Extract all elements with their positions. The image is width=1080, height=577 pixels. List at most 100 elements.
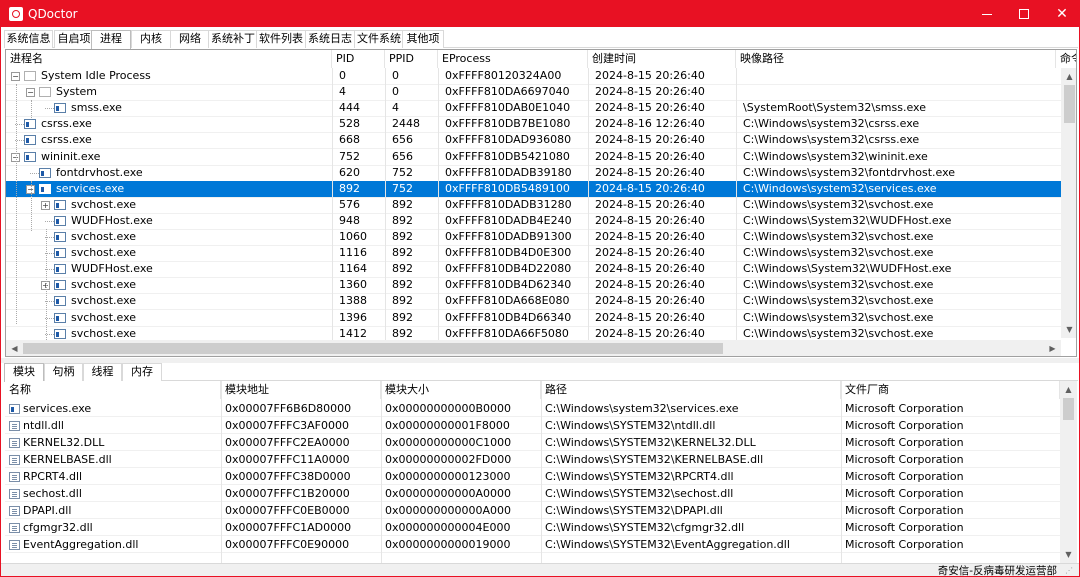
minimize-icon [982,14,992,15]
module-path: C:\Windows\SYSTEM32\RPCRT4.dll [545,470,734,483]
process-row[interactable]: WUDFHost.exe 1164 892 0xFFFF810DB4D22080 202… [6,261,1061,277]
module-row[interactable]: cfgmgr32.dll 0x00007FFFC1AD0000 0x00000000… [5,519,1060,536]
process-column-header-4[interactable]: 创建时间 [588,50,736,68]
process-created-time: 2024-8-15 20:26:40 [595,262,705,276]
tab-6[interactable]: 软件列表 [256,30,306,48]
process-image-path [743,68,1056,84]
process-row[interactable]: − System 4 0 0xFFFF810DA6697040 2024-8-15 20:… [6,84,1061,100]
process-column-header-1[interactable]: PID [332,50,385,68]
process-tree-panel: 进程名PIDPPIDEProcess创建时间映像路径命令 −System Idl… [5,49,1077,357]
module-scroll-down-arrow-icon[interactable]: ▼ [1060,546,1077,563]
module-column-header-0[interactable]: 名称 [5,381,221,399]
process-row[interactable]: svchost.exe 1116 892 0xFFFF810DB4D0E300 2024… [6,245,1061,261]
module-vertical-scrollbar[interactable]: ▲ ▼ [1060,381,1077,563]
column-gridline [332,68,333,340]
collapse-icon[interactable]: − [11,72,20,81]
process-image-path: \SystemRoot\System32\smss.exe [743,101,926,115]
process-row[interactable]: csrss.exe 528 2448 0xFFFF810DB7BE1080 2024-8… [6,116,1061,132]
close-button[interactable]: ✕ [1039,1,1079,27]
detail-tab-1[interactable]: 句柄 [44,363,83,381]
detail-tab-0[interactable]: 模块 [4,363,44,382]
module-row[interactable]: ntdll.dll 0x00007FFFC3AF0000 0x00000000001… [5,417,1060,434]
module-row[interactable]: KERNEL32.DLL 0x00007FFFC2EA0000 0x00000000… [5,434,1060,451]
module-row[interactable]: EventAggregation.dll 0x00007FFFC0E90000 0x… [5,536,1060,553]
process-column-header-0[interactable]: 进程名 [6,50,332,68]
module-row[interactable]: DPAPI.dll 0x00007FFFC0EB0000 0x00000000000… [5,502,1060,519]
module-scroll-thumb[interactable] [1063,398,1074,420]
process-created-time: 2024-8-15 20:26:40 [595,69,705,82]
process-row[interactable]: + svchost.exe 1360 892 0xFFFF810DB4D62340 202… [6,277,1061,293]
process-ppid: 892 [392,278,413,292]
tab-1[interactable]: 自启项 [54,30,94,48]
module-path: C:\Windows\SYSTEM32\EventAggregation.dll [545,538,790,551]
process-pid: 528 [339,117,360,131]
process-row[interactable]: − System Idle Process 0 0 0xFFFF80120324A00 2… [6,68,1061,84]
dll-file-icon [9,438,20,448]
module-name: ntdll.dll [23,419,64,432]
module-row[interactable]: KERNELBASE.dll 0x00007FFFC11A0000 0x000000… [5,451,1060,468]
tab-5[interactable]: 系统补丁 [208,30,258,48]
process-image-path: C:\Windows\system32\csrss.exe [743,133,920,147]
process-ppid: 4 [392,101,399,115]
process-name: fontdrvhost.exe [56,165,143,179]
process-eprocess: 0xFFFF810DADB4E240 [445,213,572,227]
status-bar: 奇安信-反病毒研发运营部 ⋰ [1,563,1079,577]
scroll-down-arrow-icon[interactable]: ▼ [1061,321,1076,338]
tab-0[interactable]: 系统信息 [4,30,53,48]
module-vendor: Microsoft Corporation [845,453,964,466]
process-row[interactable]: fontdrvhost.exe 620 752 0xFFFF810DADB39180 2… [6,165,1061,181]
module-list-panel: 名称 模块地址 模块大小 路径 文件厂商 services.exe 0x00007FF6B… [5,381,1077,563]
process-image-path: C:\Windows\system32\svchost.exe [743,278,934,292]
tab-8[interactable]: 文件系统 [354,30,404,48]
tab-9[interactable]: 其他项 [402,30,444,48]
tab-3[interactable]: 内核 [131,30,171,48]
status-text: 奇安信-反病毒研发运营部 [937,565,1057,577]
tab-7[interactable]: 系统日志 [305,30,355,48]
process-horizontal-scrollbar[interactable]: ◀ ▶ [6,340,1061,356]
module-base-address: 0x00007FFFC3AF0000 [225,419,350,432]
detail-tab-bar: 模块 句柄 线程 内存 [4,363,1078,382]
module-column-header-3[interactable]: 路径 [541,381,841,399]
process-exe-icon [54,199,66,210]
process-row[interactable]: smss.exe 444 4 0xFFFF810DAB0E1040 2024-8-15 … [6,100,1061,116]
process-row[interactable]: svchost.exe 1060 892 0xFFFF810DADB91300 2024… [6,229,1061,245]
process-exe-icon [54,312,66,323]
process-row[interactable]: + svchost.exe 576 892 0xFFFF810DADB31280 2024… [6,197,1061,213]
scroll-right-arrow-icon[interactable]: ▶ [1044,340,1061,356]
module-vendor: Microsoft Corporation [845,470,964,483]
horizontal-scroll-thumb[interactable] [23,343,723,354]
scroll-up-arrow-icon[interactable]: ▲ [1061,68,1076,85]
collapse-icon[interactable]: − [26,88,35,98]
module-row[interactable]: RPCRT4.dll 0x00007FFFC38D0000 0x0000000000… [5,468,1060,485]
process-vertical-scrollbar[interactable]: ▲ ▼ [1061,68,1076,338]
title-bar[interactable]: QDoctor ✕ [1,1,1079,27]
module-scroll-up-arrow-icon[interactable]: ▲ [1060,381,1077,398]
resize-grip-icon[interactable]: ⋰ [1065,566,1075,576]
detail-tab-2[interactable]: 线程 [83,363,122,381]
module-size: 0x00000000002FD000 [385,453,512,466]
process-row[interactable]: svchost.exe 1388 892 0xFFFF810DA668E080 2024… [6,293,1061,309]
process-row[interactable]: svchost.exe 1396 892 0xFFFF810DB4D66340 2024… [6,310,1061,326]
process-column-header-2[interactable]: PPID [385,50,438,68]
process-column-header-3[interactable]: EProcess [438,50,588,68]
tab-4[interactable]: 网络 [170,30,210,48]
process-row[interactable]: csrss.exe 668 656 0xFFFF810DAD936080 2024-8-… [6,132,1061,148]
module-column-header-2[interactable]: 模块大小 [381,381,541,399]
scroll-thumb[interactable] [1064,85,1075,123]
module-column-header-1[interactable]: 模块地址 [221,381,381,399]
process-row[interactable]: − wininit.exe 752 656 0xFFFF810DB5421080 2024… [6,149,1061,165]
app-logo-icon [9,7,23,21]
process-row[interactable]: WUDFHost.exe 948 892 0xFFFF810DADB4E240 2024… [6,213,1061,229]
detail-tab-3[interactable]: 内存 [122,363,162,381]
module-row[interactable]: services.exe 0x00007FF6B6D80000 0x00000000… [5,400,1060,417]
tab-2[interactable]: 进程 [91,30,131,49]
expand-icon[interactable]: + [41,200,50,210]
process-created-time: 2024-8-15 20:26:40 [595,181,705,195]
process-row[interactable]: − services.exe 892 752 0xFFFF810DB5489100 202… [6,180,1061,197]
scroll-left-arrow-icon[interactable]: ◀ [6,340,23,356]
module-row[interactable]: sechost.dll 0x00007FFFC1B20000 0x000000000… [5,485,1060,502]
module-size: 0x00000000000C1000 [385,436,512,449]
module-column-header-4[interactable]: 文件厂商 [841,381,1060,399]
process-column-header-5[interactable]: 映像路径 [736,50,1056,68]
process-column-header-6[interactable]: 命令 [1056,50,1076,68]
